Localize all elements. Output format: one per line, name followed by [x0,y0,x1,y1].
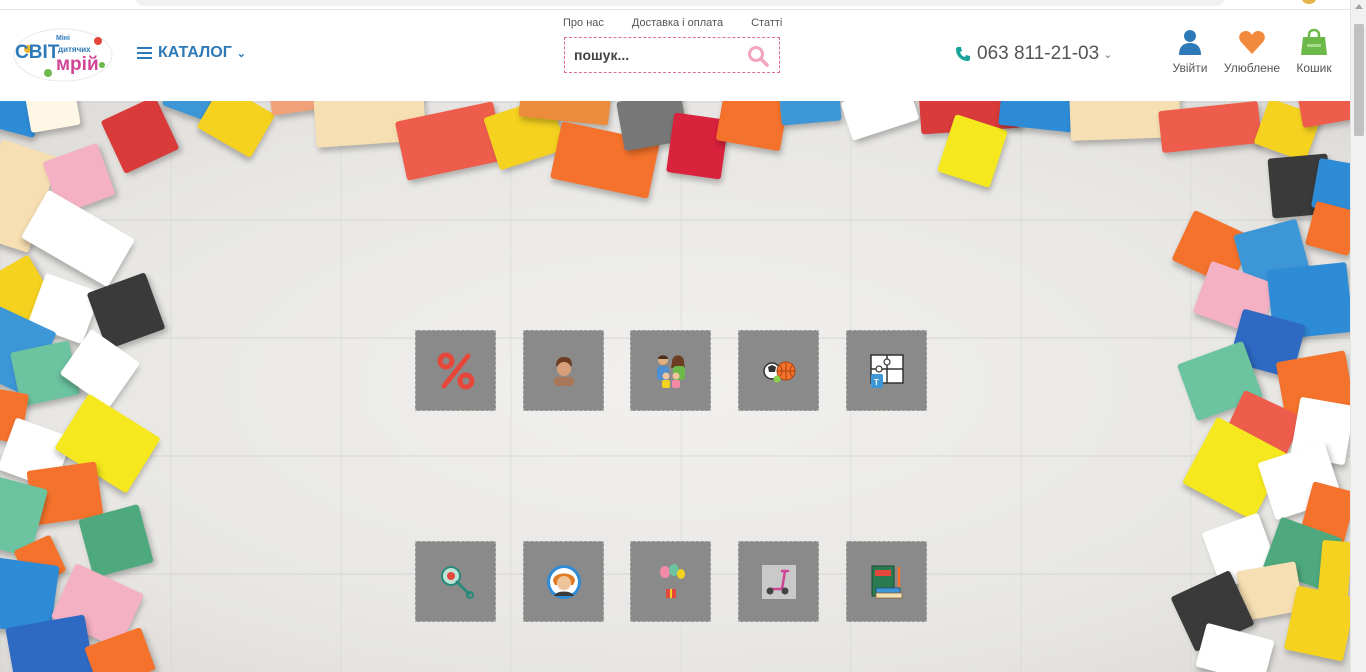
balloons-gift-icon [659,563,685,598]
browser-extension-icon[interactable] [1302,0,1316,4]
decor-block [840,101,920,141]
category-sale[interactable] [415,330,496,411]
hamburger-icon [137,47,152,59]
login-button[interactable]: Увійти [1162,28,1218,75]
browser-top-strip [0,0,1350,10]
logo-mini-text: Міні [56,34,70,42]
category-sport[interactable] [738,330,819,411]
decor-block [1297,101,1350,128]
decor-block [25,101,81,134]
category-family[interactable] [630,330,711,411]
decor-block [1195,622,1275,672]
chevron-down-icon: ⌄ [236,47,246,60]
baby-rattle-icon [440,565,474,599]
boy-icon [553,356,574,386]
category-educational[interactable]: T [846,330,927,411]
search-icon[interactable] [747,45,769,67]
link-delivery-payment[interactable]: Доставка і оплата [632,17,723,29]
catalog-label: КАТАЛОГ [158,44,232,61]
heart-icon [1239,31,1265,54]
user-icon [1179,30,1201,55]
category-books[interactable] [846,541,927,622]
scroll-up-icon[interactable] [1355,4,1363,9]
address-bar[interactable] [135,0,1225,6]
site-logo[interactable]: Міні СВІТ дитячих мрій [12,27,114,83]
chevron-down-icon: ⌄ [1103,48,1113,61]
girl-icon [546,564,581,599]
login-label: Увійти [1172,61,1208,75]
category-girls[interactable] [523,541,604,622]
decor-block [1158,101,1262,154]
search-input[interactable] [565,38,740,72]
scooter-icon [761,564,796,599]
decor-block [100,101,180,174]
logo-svit-text: СВІТ [15,42,60,63]
category-gifts[interactable] [630,541,711,622]
sports-balls-icon [762,361,795,382]
catalog-menu-button[interactable]: КАТАЛОГ ⌄ [137,44,246,62]
decor-block [715,101,790,152]
decor-block [196,101,276,159]
cart-label: Кошик [1296,61,1332,75]
favorites-button[interactable]: Улюблене [1221,28,1283,75]
page-scrollbar[interactable] [1350,0,1366,672]
phone-icon [956,47,970,61]
percent-icon [437,352,474,389]
books-icon [871,565,902,598]
site-header: Міні СВІТ дитячих мрій КАТАЛОГ ⌄ Про нас… [0,11,1350,101]
decor-block [1283,585,1350,662]
cart-button[interactable]: Кошик [1286,28,1342,75]
family-icon [656,354,685,388]
hero-background: T [0,101,1350,672]
logo-dytiachykh-text: дитячих [58,45,91,54]
phone-number: 063 811-21-03 [977,43,1100,64]
bag-icon [1301,28,1327,55]
link-about[interactable]: Про нас [563,17,604,29]
logo-mrii-text: мрій [56,54,99,75]
puzzle-icon: T [869,353,904,388]
category-babies[interactable] [415,541,496,622]
header-actions: Увійти Улюблене Кошик [1162,28,1345,75]
svg-text:T: T [874,378,879,387]
favorites-label: Улюблене [1223,61,1281,75]
search-box [564,37,780,73]
decor-block [778,101,842,126]
category-boys[interactable] [523,330,604,411]
scrollbar-thumb[interactable] [1354,24,1364,136]
link-articles[interactable]: Статті [751,17,782,29]
phone-dropdown[interactable]: 063 811-21-03 ⌄ [955,43,1112,65]
category-transport[interactable] [738,541,819,622]
top-links: Про нас Доставка і оплата Статті [563,17,782,29]
